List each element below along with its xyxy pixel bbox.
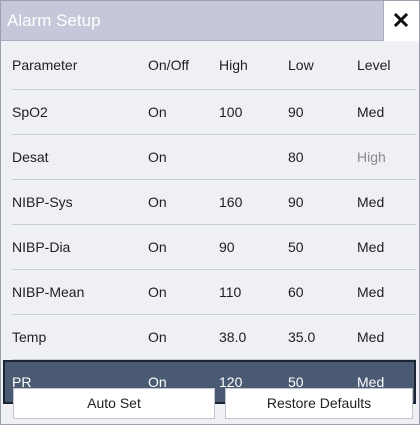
parameter-cell: Temp: [12, 329, 47, 345]
header-onoff: On/Off: [148, 57, 189, 73]
low-cell[interactable]: 90: [288, 194, 304, 210]
low-cell[interactable]: 50: [288, 239, 304, 255]
level-cell[interactable]: Med: [357, 329, 384, 345]
high-cell[interactable]: 38.0: [219, 329, 246, 345]
table-row-spo2[interactable]: SpO2 On 100 90 Med: [12, 90, 416, 135]
low-cell[interactable]: 60: [288, 284, 304, 300]
header-parameter: Parameter: [12, 57, 78, 73]
alarm-table: Parameter On/Off High Low Level SpO2 On …: [3, 41, 416, 404]
high-cell[interactable]: 90: [219, 239, 235, 255]
low-cell[interactable]: 35.0: [288, 329, 315, 345]
dialog-title: Alarm Setup: [7, 11, 101, 30]
onoff-cell[interactable]: On: [148, 104, 167, 120]
table-row-temp[interactable]: Temp On 38.0 35.0 Med: [12, 315, 416, 360]
level-cell[interactable]: Med: [357, 284, 384, 300]
parameter-cell: Desat: [12, 149, 49, 165]
high-cell[interactable]: 100: [219, 104, 242, 120]
table-row-nibp-dia[interactable]: NIBP-Dia On 90 50 Med: [12, 225, 416, 270]
onoff-cell[interactable]: On: [148, 149, 167, 165]
onoff-cell[interactable]: On: [148, 194, 167, 210]
parameter-cell: SpO2: [12, 104, 48, 120]
parameter-cell: NIBP-Sys: [12, 194, 73, 210]
table-row-desat[interactable]: Desat On 80 High: [12, 135, 416, 180]
table-row-nibp-sys[interactable]: NIBP-Sys On 160 90 Med: [12, 180, 416, 225]
title-bar: Alarm Setup: [1, 1, 419, 41]
onoff-cell[interactable]: On: [148, 329, 167, 345]
header-level: Level: [357, 57, 391, 73]
high-cell[interactable]: 110: [219, 284, 241, 300]
restore-defaults-button[interactable]: Restore Defaults: [225, 388, 413, 419]
onoff-cell[interactable]: On: [148, 239, 167, 255]
close-icon: [394, 13, 408, 27]
alarm-setup-dialog: Alarm Setup Parameter On/Off High Low Le…: [0, 0, 420, 425]
high-cell[interactable]: 160: [219, 194, 242, 210]
onoff-cell[interactable]: On: [148, 284, 167, 300]
header-high: High: [219, 57, 248, 73]
header-low: Low: [288, 57, 314, 73]
close-button[interactable]: [383, 1, 419, 41]
parameter-cell: NIBP-Mean: [12, 284, 85, 300]
level-cell[interactable]: Med: [357, 104, 384, 120]
low-cell[interactable]: 90: [288, 104, 304, 120]
low-cell[interactable]: 80: [288, 149, 304, 165]
table-header: Parameter On/Off High Low Level: [12, 41, 416, 90]
parameter-cell: NIBP-Dia: [12, 239, 71, 255]
table-row-nibp-mean[interactable]: NIBP-Mean On 110 60 Med: [12, 270, 416, 315]
auto-set-button[interactable]: Auto Set: [13, 388, 215, 419]
level-cell: High: [357, 149, 386, 165]
level-cell[interactable]: Med: [357, 239, 384, 255]
level-cell[interactable]: Med: [357, 194, 384, 210]
